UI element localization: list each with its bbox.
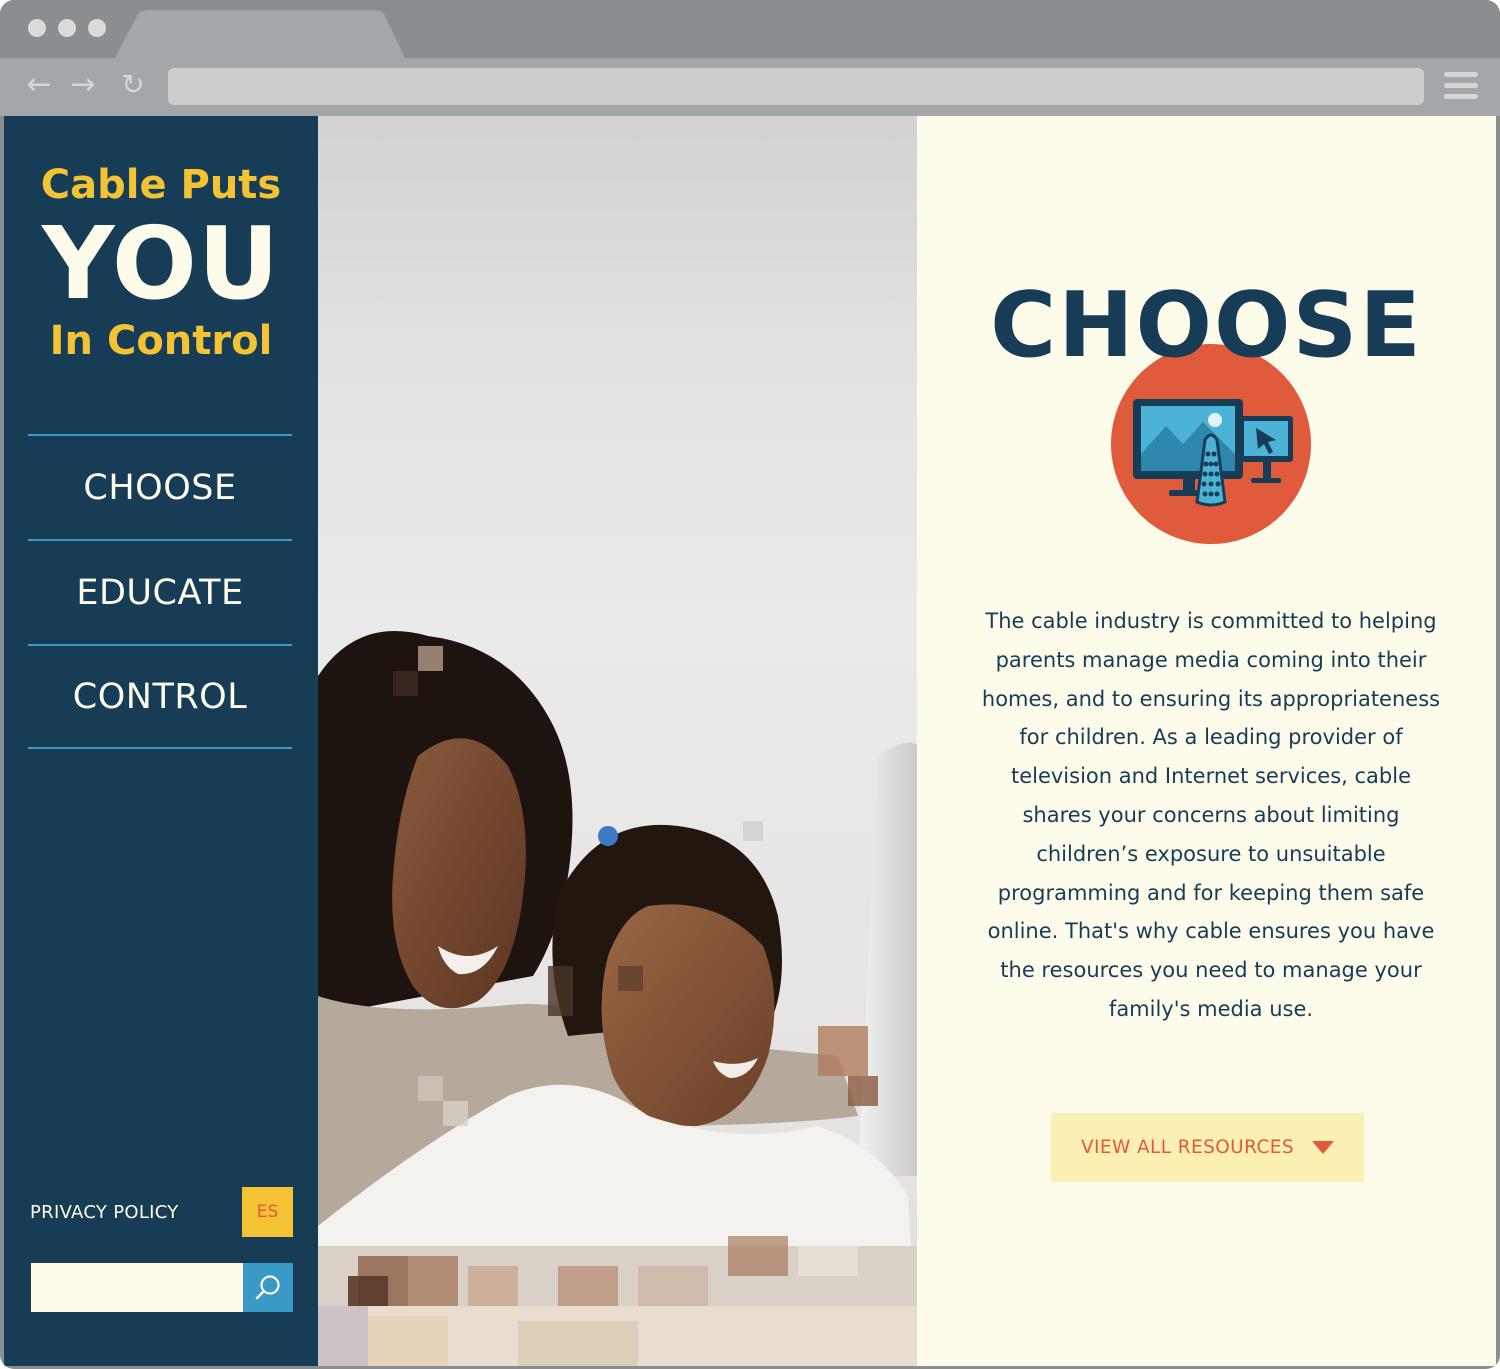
main-nav: CHOOSE EDUCATE CONTROL: [28, 434, 292, 749]
browser-tab[interactable]: [0, 0, 420, 58]
nav-item-choose[interactable]: CHOOSE: [28, 434, 292, 539]
reload-icon[interactable]: ↻: [116, 68, 150, 102]
back-arrow-icon[interactable]: ←: [22, 68, 56, 102]
browser-titlebar: [0, 0, 1500, 58]
browser-toolbar: ← → ↻: [0, 58, 1500, 116]
language-spanish-button[interactable]: ES: [242, 1187, 293, 1237]
hamburger-menu-icon[interactable]: [1444, 72, 1478, 100]
site-logo[interactable]: Cable Puts YOU In Control: [4, 160, 318, 366]
search-input[interactable]: [31, 1263, 243, 1312]
caret-down-icon: [1312, 1141, 1334, 1154]
search-icon: [255, 1274, 280, 1299]
sidebar: Cable Puts YOU In Control CHOOSE EDUCATE…: [4, 116, 318, 1366]
content-panel: CHOOSE The cable industry is committed t…: [917, 116, 1496, 1366]
search-button[interactable]: [243, 1263, 293, 1312]
nav-item-educate[interactable]: EDUCATE: [28, 539, 292, 644]
privacy-policy-link[interactable]: PRIVACY POLICY: [30, 1202, 179, 1223]
address-bar[interactable]: [168, 68, 1424, 105]
intro-paragraph: The cable industry is committed to helpi…: [981, 609, 1441, 1021]
mother-daughter-computer-image: [318, 631, 917, 1366]
view-all-resources-button[interactable]: VIEW ALL RESOURCES: [1051, 1113, 1364, 1182]
logo-line-3: In Control: [49, 318, 273, 364]
forward-arrow-icon[interactable]: →: [66, 68, 100, 102]
hero-photo: [318, 116, 917, 1366]
cta-label: VIEW ALL RESOURCES: [1081, 1137, 1294, 1158]
nav-item-control[interactable]: CONTROL: [28, 644, 292, 749]
browser-window: ← → ↻ Cable Puts YOU In Control CHOOSE E…: [0, 0, 1500, 1369]
page-title: CHOOSE: [990, 273, 1423, 378]
page-viewport: Cable Puts YOU In Control CHOOSE EDUCATE…: [4, 116, 1496, 1366]
logo-line-1: Cable Puts: [40, 162, 282, 208]
logo-line-2: YOU: [41, 205, 281, 322]
